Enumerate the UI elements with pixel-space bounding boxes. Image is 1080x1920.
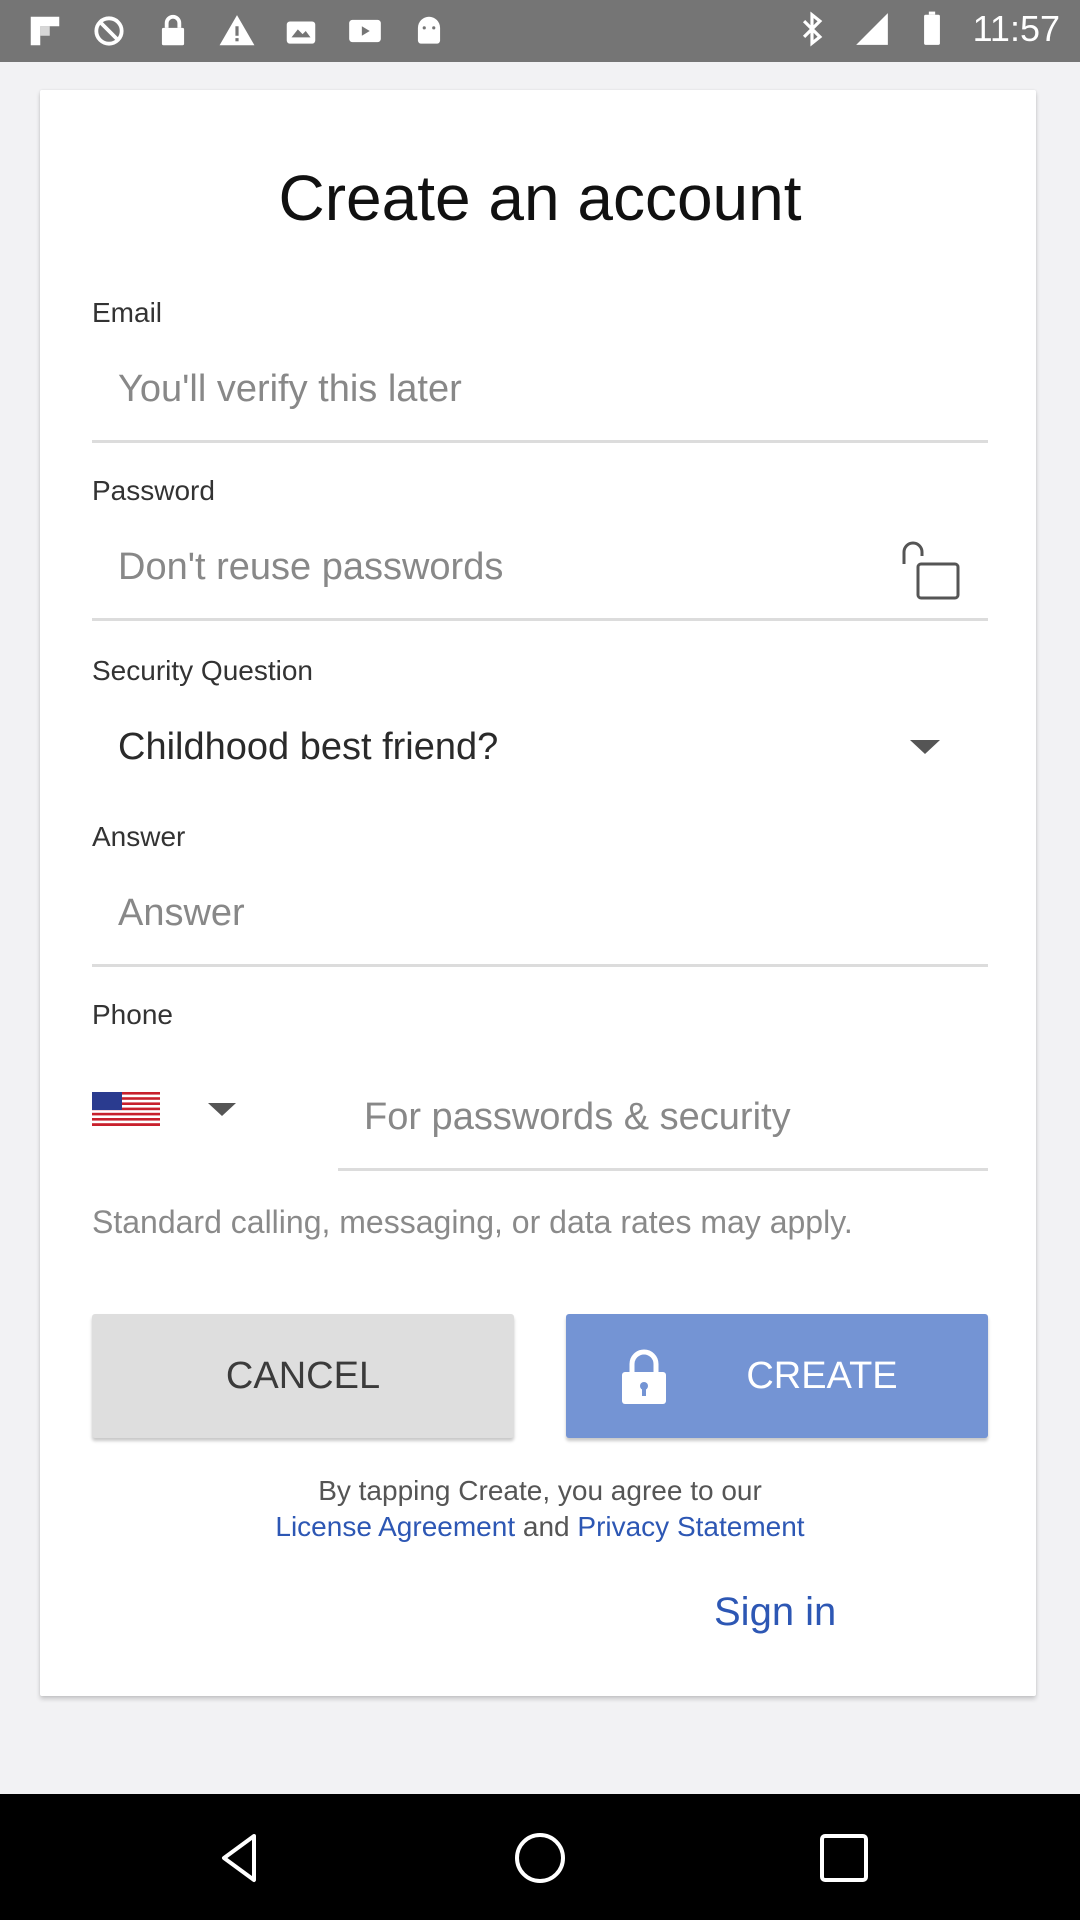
email-underline (92, 440, 988, 443)
flipboard-icon (30, 16, 60, 46)
warning-icon (219, 15, 255, 46)
block-icon (94, 16, 124, 46)
status-bar: 11:57 (0, 0, 1080, 62)
security-question-select[interactable]: Childhood best friend? (118, 724, 498, 770)
recents-icon[interactable] (814, 1828, 874, 1888)
back-icon[interactable] (210, 1828, 270, 1888)
bluetooth-icon (802, 11, 822, 47)
create-button-label: CREATE (746, 1354, 898, 1397)
license-agreement-link[interactable]: License Agreement (275, 1511, 515, 1542)
phone-label: Phone (92, 999, 173, 1030)
battery-icon (923, 11, 940, 45)
android-icon (417, 16, 441, 44)
cancel-button[interactable]: CANCEL (92, 1314, 514, 1438)
phone-field[interactable]: For passwords & security (364, 1094, 791, 1140)
security-question-label: Security Question (92, 655, 313, 686)
status-time: 11:57 (972, 8, 1060, 49)
answer-label: Answer (92, 821, 186, 852)
country-dropdown-icon[interactable] (208, 1103, 236, 1116)
password-field[interactable]: Don't reuse passwords (118, 544, 503, 590)
terms-links: License Agreement and Privacy Statement (0, 1508, 1080, 1545)
chevron-down-icon[interactable] (910, 740, 940, 754)
privacy-statement-link[interactable]: Privacy Statement (577, 1511, 804, 1542)
home-icon[interactable] (510, 1828, 570, 1888)
page-title: Create an account (278, 162, 802, 234)
terms-and-text: and (522, 1511, 570, 1542)
tv-icon (349, 19, 381, 43)
create-button[interactable]: CREATE (566, 1314, 988, 1438)
email-field[interactable]: You'll verify this later (118, 366, 462, 412)
show-password-lock-icon[interactable] (898, 538, 964, 602)
password-underline (92, 618, 988, 621)
password-label: Password (92, 475, 215, 506)
answer-field[interactable]: Answer (118, 890, 245, 936)
navigation-bar (0, 1794, 1080, 1920)
signal-icon (855, 13, 888, 45)
answer-underline (92, 964, 988, 967)
lock-icon (161, 14, 185, 46)
photos-icon (286, 21, 316, 44)
terms-text: By tapping Create, you agree to our (318, 1475, 762, 1506)
us-flag-icon[interactable] (92, 1092, 160, 1126)
rates-note: Standard calling, messaging, or data rat… (92, 1204, 853, 1240)
sign-in-link[interactable]: Sign in (714, 1588, 836, 1636)
cancel-button-label: CANCEL (225, 1354, 381, 1397)
phone-underline (338, 1168, 988, 1171)
email-label: Email (92, 297, 163, 328)
